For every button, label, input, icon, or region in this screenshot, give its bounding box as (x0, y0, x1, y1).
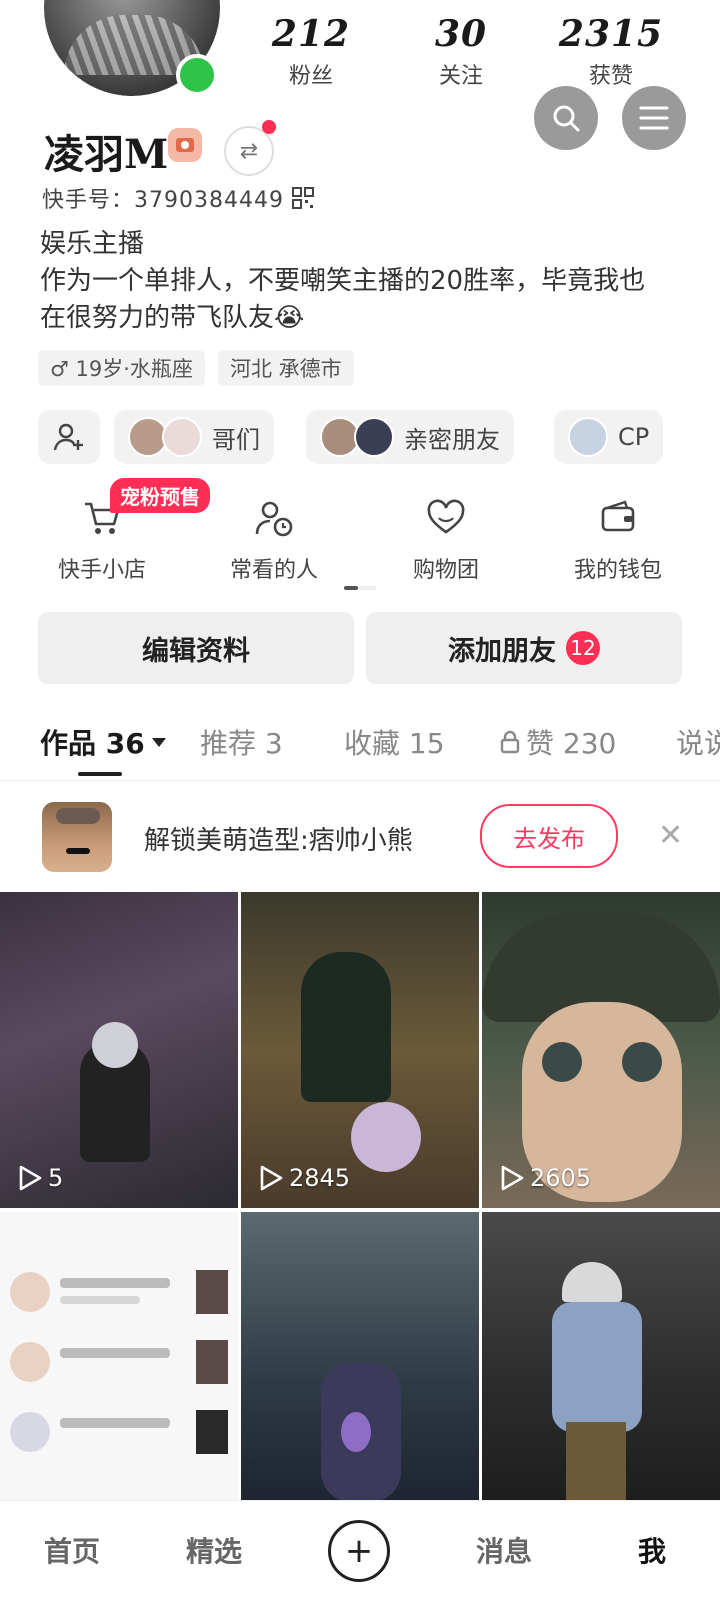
presale-badge: 宠粉预售 (110, 478, 210, 513)
level-badge-icon[interactable] (168, 128, 202, 162)
add-friend-label: 添加朋友 (448, 635, 556, 667)
nav-home[interactable]: 首页 (44, 1530, 100, 1570)
friend-group-cp[interactable]: CP (554, 410, 664, 464)
stat-following-label: 关注 (438, 64, 483, 89)
create-button[interactable]: + (328, 1520, 390, 1582)
wallet-icon (601, 500, 635, 532)
avatar (568, 417, 608, 457)
play-icon (19, 1165, 42, 1191)
stat-likes[interactable]: 2315 获赞 (556, 14, 666, 90)
video-thumbnail[interactable]: 2845 (241, 892, 479, 1208)
notification-dot (262, 120, 276, 134)
stat-following[interactable]: 30 关注 (406, 14, 516, 90)
qrcode-icon[interactable] (291, 187, 314, 209)
tab-label: 赞 230 (526, 727, 617, 760)
bio-line: 在很努力的带飞队友😭 (40, 303, 305, 333)
tab-favorites[interactable]: 收藏 15 (344, 722, 445, 762)
play-count: 2845 (259, 1164, 350, 1192)
plus-icon: + (344, 1531, 374, 1571)
friend-group-label: CP (618, 423, 650, 451)
friend-group-buddies[interactable]: 哥们 (114, 410, 274, 464)
tab-recommend[interactable]: 推荐 3 (200, 722, 283, 762)
service-frequent-viewers[interactable]: 常看的人 (204, 494, 344, 584)
close-icon[interactable]: ✕ (658, 818, 683, 853)
video-thumbnail[interactable] (482, 1212, 720, 1500)
caret-down-icon (151, 738, 166, 747)
add-friend-button[interactable]: 添加朋友 12 (366, 612, 682, 684)
edit-profile-button[interactable]: 编辑资料 (38, 612, 354, 684)
add-friend-group-button[interactable] (38, 410, 100, 464)
video-thumbnail[interactable]: 2605 (482, 892, 720, 1208)
service-wallet[interactable]: 我的钱包 (548, 494, 688, 584)
swap-icon: ⇄ (239, 138, 259, 164)
stat-fans[interactable]: 212 粉丝 (256, 14, 366, 90)
nav-me[interactable]: 我 (638, 1530, 666, 1570)
heart-group-icon (427, 499, 465, 534)
tab-works[interactable]: 作品 36 (40, 722, 167, 762)
menu-button[interactable] (622, 86, 686, 150)
kuaishou-id-row[interactable]: 快手号：3790384449 (42, 182, 314, 214)
kuaishou-id: 快手号：3790384449 (42, 188, 284, 213)
avatar (354, 417, 394, 457)
bio-line: 作为一个单排人，不要嘲笑主播的20胜率，毕竟我也 (40, 266, 646, 296)
search-button[interactable] (534, 86, 598, 150)
tab-label: 作品 36 (40, 727, 145, 760)
divider (0, 780, 720, 781)
nav-messages[interactable]: 消息 (476, 1530, 532, 1570)
friend-group-label: 亲密朋友 (404, 425, 500, 454)
play-count: 5 (18, 1164, 63, 1192)
publish-label: 去发布 (513, 824, 585, 853)
page-indicator (344, 586, 376, 590)
tab-label: 说说 (676, 727, 720, 760)
publish-button[interactable]: 去发布 (480, 804, 618, 868)
stat-likes-label: 获赞 (588, 64, 633, 89)
play-icon (260, 1165, 283, 1191)
video-thumbnail[interactable] (241, 1212, 479, 1500)
stat-fans-label: 粉丝 (288, 64, 333, 89)
add-friend-count-badge: 12 (566, 631, 600, 665)
stat-fans-value: 212 (271, 13, 351, 55)
tab-label: 收藏 15 (344, 727, 445, 760)
avatar (162, 417, 202, 457)
nav-featured[interactable]: 精选 (186, 1530, 242, 1570)
service-label: 购物团 (412, 558, 479, 583)
stat-following-value: 30 (434, 13, 488, 55)
stat-likes-value: 2315 (558, 13, 664, 55)
video-thumbnail[interactable]: 5 (0, 892, 238, 1208)
tab-posts[interactable]: 说说 (676, 722, 720, 762)
search-icon (553, 105, 580, 132)
menu-icon (639, 106, 669, 130)
edit-profile-label: 编辑资料 (142, 635, 250, 667)
tab-active-indicator (78, 772, 122, 776)
profile-bio: 娱乐主播 作为一个单排人，不要嘲笑主播的20胜率，毕竟我也 在很努力的带飞队友😭 (40, 226, 690, 337)
play-icon (501, 1165, 524, 1191)
play-count: 2605 (500, 1164, 591, 1192)
lock-icon (500, 730, 520, 754)
friend-group-label: 哥们 (212, 425, 260, 454)
video-thumbnail[interactable] (0, 1212, 238, 1500)
add-person-icon (53, 423, 83, 451)
service-shopping-group[interactable]: 购物团 (376, 494, 516, 584)
tab-likes[interactable]: 赞 230 (500, 722, 616, 762)
service-label: 常看的人 (229, 558, 318, 583)
service-label: 快手小店 (57, 558, 146, 583)
friend-group-close[interactable]: 亲密朋友 (306, 410, 514, 464)
bio-line: 娱乐主播 (40, 229, 145, 259)
service-label: 我的钱包 (573, 558, 662, 583)
person-clock-icon (255, 501, 293, 537)
promo-avatar[interactable] (42, 802, 112, 872)
promo-text: 解锁美萌造型:痞帅小熊 (144, 826, 413, 856)
tab-label: 推荐 3 (200, 727, 283, 760)
tag-location: 河北 承德市 (218, 350, 354, 386)
profile-name: 凌羽M (44, 131, 169, 178)
tag-age-zodiac: ♂ 19岁·水瓶座 (38, 350, 205, 386)
online-status-dot (176, 54, 218, 96)
